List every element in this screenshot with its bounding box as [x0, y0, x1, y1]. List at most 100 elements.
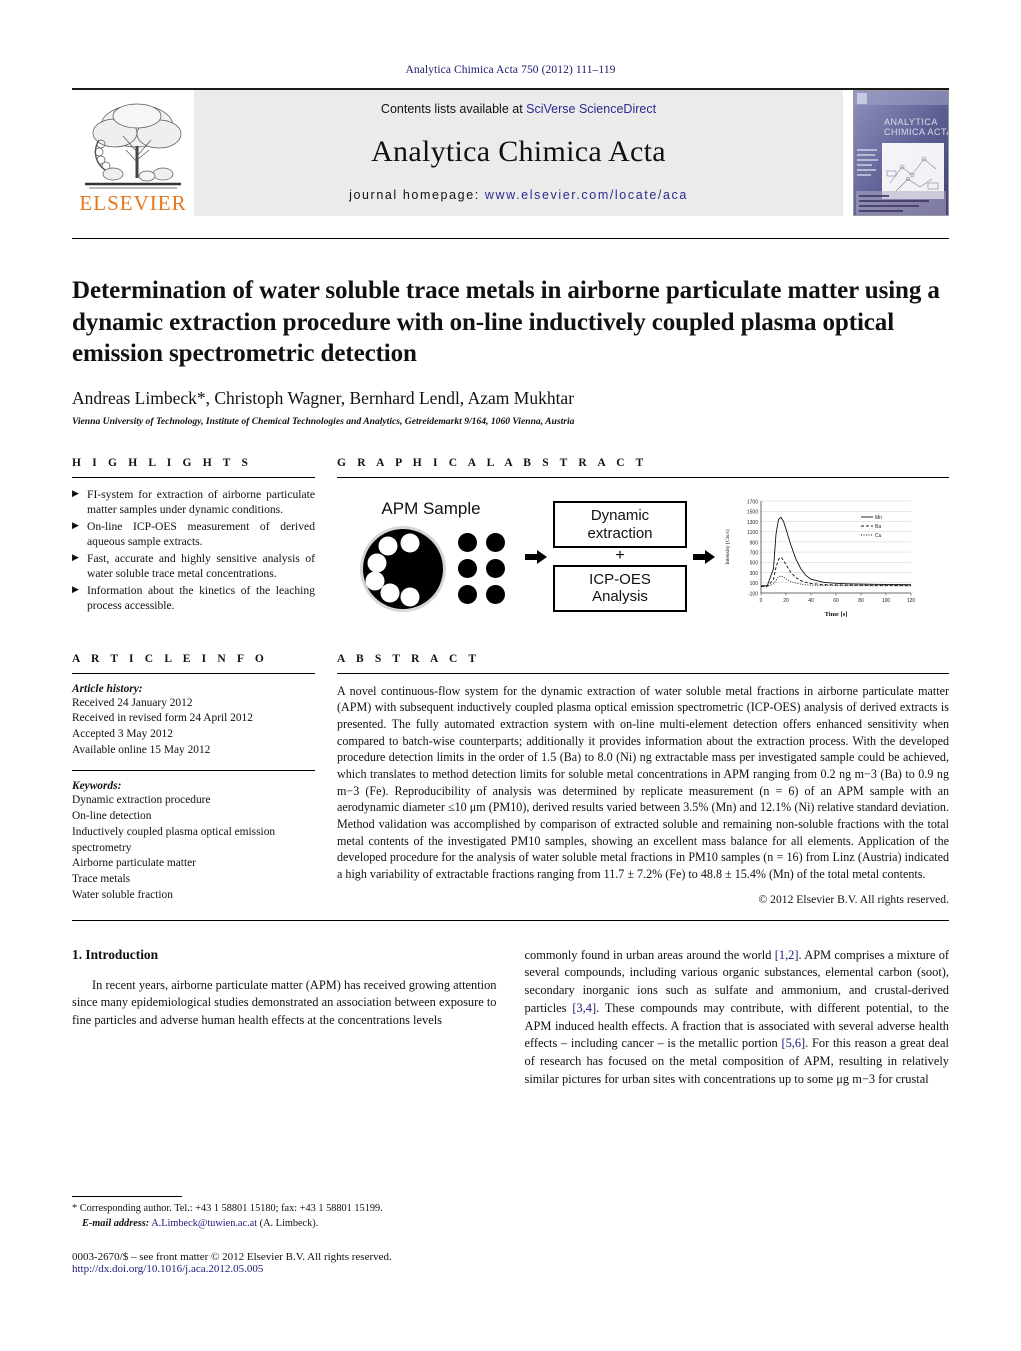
triangle-bullet-icon: ▶ [72, 519, 79, 530]
article-info-heading: A R T I C L E I N F O [72, 652, 268, 665]
keywords-divider [72, 770, 315, 772]
particle-dot [458, 585, 477, 604]
list-item: ▶ Information about the kinetics of the l… [72, 583, 315, 614]
svg-text:900: 900 [750, 540, 759, 546]
journal-title: Analytica Chimica Acta [371, 135, 666, 168]
list-item: ▶ On-line ICP-OES measurement of derived … [72, 519, 315, 550]
highlight-text: Fast, accurate and highly sensitive anal… [87, 551, 315, 581]
svg-text:Intensity [Cts/s]: Intensity [Cts/s] [725, 529, 731, 564]
info-abstract-band: A R T I C L E I N F O Article history: R… [72, 653, 949, 906]
svg-text:120: 120 [907, 598, 916, 604]
page-footer: * Corresponding author. Tel.: +43 1 5880… [72, 1196, 492, 1275]
triangle-bullet-icon: ▶ [72, 583, 79, 594]
elsevier-wordmark: ELSEVIER [79, 191, 187, 215]
highlights-divider [72, 476, 315, 478]
particle-dot [458, 533, 477, 552]
keyword-item: Trace metals [72, 873, 131, 886]
dynamic-extraction-box: Dynamic extraction [553, 501, 687, 549]
filter-disc-icon [360, 525, 446, 612]
running-head: Analytica Chimica Acta 750 (2012) 111–11… [405, 64, 616, 76]
copyright-line: © 2012 Elsevier B.V. All rights reserved… [758, 892, 949, 906]
svg-text:-100: -100 [748, 591, 758, 597]
history-online: Available online 15 May 2012 [72, 743, 211, 756]
graphical-abstract-figure: APM Sample Dynamic extraction + ICP-OES … [337, 487, 949, 627]
journal-cover-art: ANALYTICA CHIMICA ACTA [854, 91, 948, 215]
article-info-divider [72, 672, 315, 674]
apm-sample-group: APM Sample [343, 499, 519, 615]
abstract-heading: A B S T R A C T [337, 652, 481, 665]
icp-oes-line2: Analysis [592, 588, 648, 606]
arrow-right-icon [693, 549, 715, 564]
particle-dot-grid [458, 533, 505, 604]
email-line: E-mail address: A.Limbeck@tuwien.ac.at (… [72, 1217, 492, 1231]
svg-text:1500: 1500 [747, 509, 758, 515]
flow-arrow-1 [525, 549, 547, 564]
keyword-item: On-line detection [72, 810, 152, 823]
svg-text:Time [s]: Time [s] [825, 611, 848, 618]
citation-ref-3[interactable]: [5,6] [781, 1036, 805, 1050]
icp-oes-analysis-box: ICP-OES Analysis [553, 564, 687, 612]
history-received: Received 24 January 2012 [72, 696, 193, 709]
svg-text:40: 40 [808, 598, 814, 604]
title-divider [72, 238, 949, 239]
particle-dot [486, 559, 505, 578]
doi-link[interactable]: http://dx.doi.org/10.1016/j.aca.2012.05.… [72, 1263, 492, 1275]
graphical-abstract-heading: G R A P H I C A L A B S T R A C T [337, 456, 648, 469]
svg-text:Mn: Mn [875, 515, 882, 521]
sciencedirect-link[interactable]: SciVerse ScienceDirect [526, 102, 656, 116]
list-item: ▶ Fast, accurate and highly sensitive ana… [72, 551, 315, 582]
extraction-profile-chart: -100 100 300 500 700 900 1100 1300 1500 1700 0 20 40… [721, 492, 949, 621]
highlights-graphical-band: H I G H L I G H T S ▶ FI-system for extra… [72, 457, 949, 627]
contents-available-line: Contents lists available at SciVerse Sci… [381, 102, 656, 116]
abstract-divider [337, 672, 949, 674]
page-title: Determination of water soluble trace met… [72, 277, 940, 367]
particle-dot [486, 533, 505, 552]
affiliation: Vienna University of Technology, Institu… [72, 415, 575, 427]
svg-text:500: 500 [750, 560, 759, 566]
body-column-left: 1. Introduction In recent years, airborn… [72, 947, 497, 1089]
graphical-abstract-divider [337, 476, 949, 478]
arrow-right-icon [525, 549, 547, 564]
corresponding-author-note: * Corresponding author. Tel.: +43 1 5880… [72, 1202, 492, 1231]
citation-ref-2[interactable]: [3,4] [572, 1001, 596, 1015]
svg-text:Ba: Ba [875, 524, 881, 530]
journal-masthead: ELSEVIER Contents lists available at Sci… [72, 88, 949, 216]
author-list: Andreas Limbeck*, Christoph Wagner, Bern… [72, 388, 949, 409]
body-column-right: commonly found in urban areas around the… [525, 947, 950, 1089]
masthead-center: Contents lists available at SciVerse Sci… [194, 90, 843, 216]
highlight-text: FI-system for extraction of airborne par… [87, 487, 315, 517]
homepage-prefix: journal homepage: [349, 188, 485, 202]
svg-text:1300: 1300 [747, 519, 758, 525]
email-address-label: E-mail address: [82, 1217, 150, 1229]
author-names: Andreas Limbeck*, Christoph Wagner, Bern… [72, 387, 575, 408]
svg-text:ANALYTICA: ANALYTICA [884, 117, 938, 127]
highlight-text: On-line ICP-OES measurement of derived a… [87, 519, 315, 549]
highlights-column: H I G H L I G H T S ▶ FI-system for extra… [72, 457, 315, 627]
body-columns: 1. Introduction In recent years, airborn… [72, 947, 949, 1089]
introduction-paragraph-left: In recent years, airborne particulate ma… [72, 977, 497, 1028]
dynamic-extraction-line2: extraction [587, 524, 653, 542]
svg-text:80: 80 [858, 598, 864, 604]
highlights-list: ▶ FI-system for extraction of airborne pa… [72, 487, 315, 614]
email-link[interactable]: A.Limbeck@tuwien.ac.at [151, 1218, 257, 1229]
band-bottom-divider [72, 919, 949, 921]
abstract-column: A B S T R A C T A novel continuous-flow … [337, 653, 949, 906]
svg-text:0: 0 [760, 598, 763, 604]
svg-text:100: 100 [750, 581, 759, 587]
article-history-label: Article history: [72, 682, 143, 695]
particle-dot [486, 585, 505, 604]
email-owner: (A. Limbeck). [259, 1217, 319, 1229]
corresponding-author-line: * Corresponding author. Tel.: +43 1 5880… [72, 1203, 383, 1215]
citation-ref-1[interactable]: [1,2] [775, 948, 799, 962]
svg-text:1700: 1700 [747, 499, 758, 505]
svg-text:300: 300 [750, 570, 759, 576]
footnote-divider [72, 1196, 182, 1198]
plus-symbol: + [615, 547, 625, 565]
journal-cover-thumbnail: ANALYTICA CHIMICA ACTA [853, 90, 949, 216]
svg-text:1100: 1100 [747, 530, 758, 536]
apm-sample-label: APM Sample [381, 498, 481, 518]
keywords-label: Keywords: [72, 780, 122, 793]
graphical-abstract-column: G R A P H I C A L A B S T R A C T APM Sa… [337, 457, 949, 627]
homepage-url-link[interactable]: www.elsevier.com/locate/aca [485, 188, 688, 202]
keyword-item: Inductively coupled plasma optical emiss… [72, 825, 276, 854]
